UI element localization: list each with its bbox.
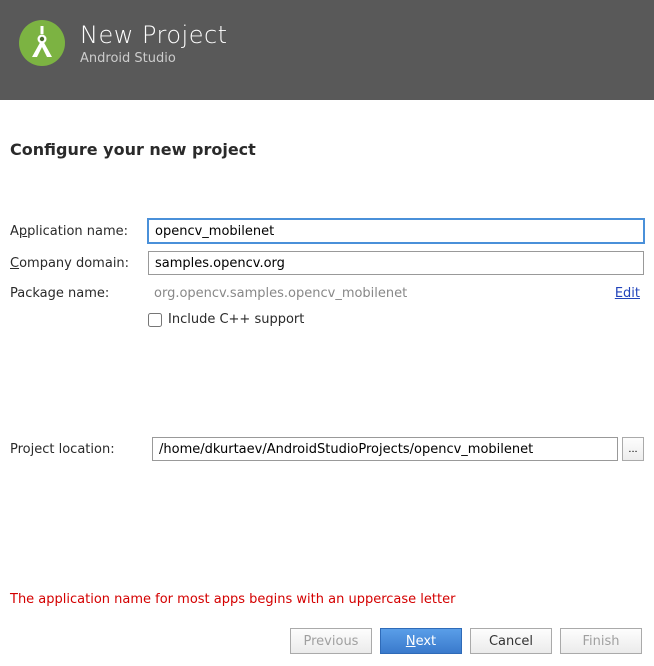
cpp-support-checkbox[interactable] [148,313,162,327]
package-name-label: Package name: [10,286,148,301]
dialog-title: New Project [80,21,228,49]
company-domain-label: Company domain: [10,256,148,271]
app-name-label: Application name: [10,224,148,239]
finish-button: Finish [560,628,642,654]
package-name-value: org.opencv.samples.opencv_mobilenet [148,283,615,304]
previous-button: Previous [290,628,372,654]
edit-package-link[interactable]: Edit [615,286,644,301]
cancel-button[interactable]: Cancel [470,628,552,654]
project-location-label: Project location: [10,442,148,457]
app-name-input[interactable] [148,219,644,243]
company-domain-input[interactable] [148,251,644,275]
cpp-support-label[interactable]: Include C++ support [168,312,304,327]
android-studio-logo [18,19,66,67]
dialog-subtitle: Android Studio [80,51,228,66]
section-title: Configure your new project [10,140,644,159]
dialog-header: New Project Android Studio [0,0,654,100]
project-location-input[interactable] [152,437,618,461]
next-button[interactable]: Next [380,628,462,654]
warning-message: The application name for most apps begin… [10,592,455,607]
browse-button[interactable]: ... [622,437,644,461]
dialog-button-row: Previous Next Cancel Finish [290,628,642,654]
